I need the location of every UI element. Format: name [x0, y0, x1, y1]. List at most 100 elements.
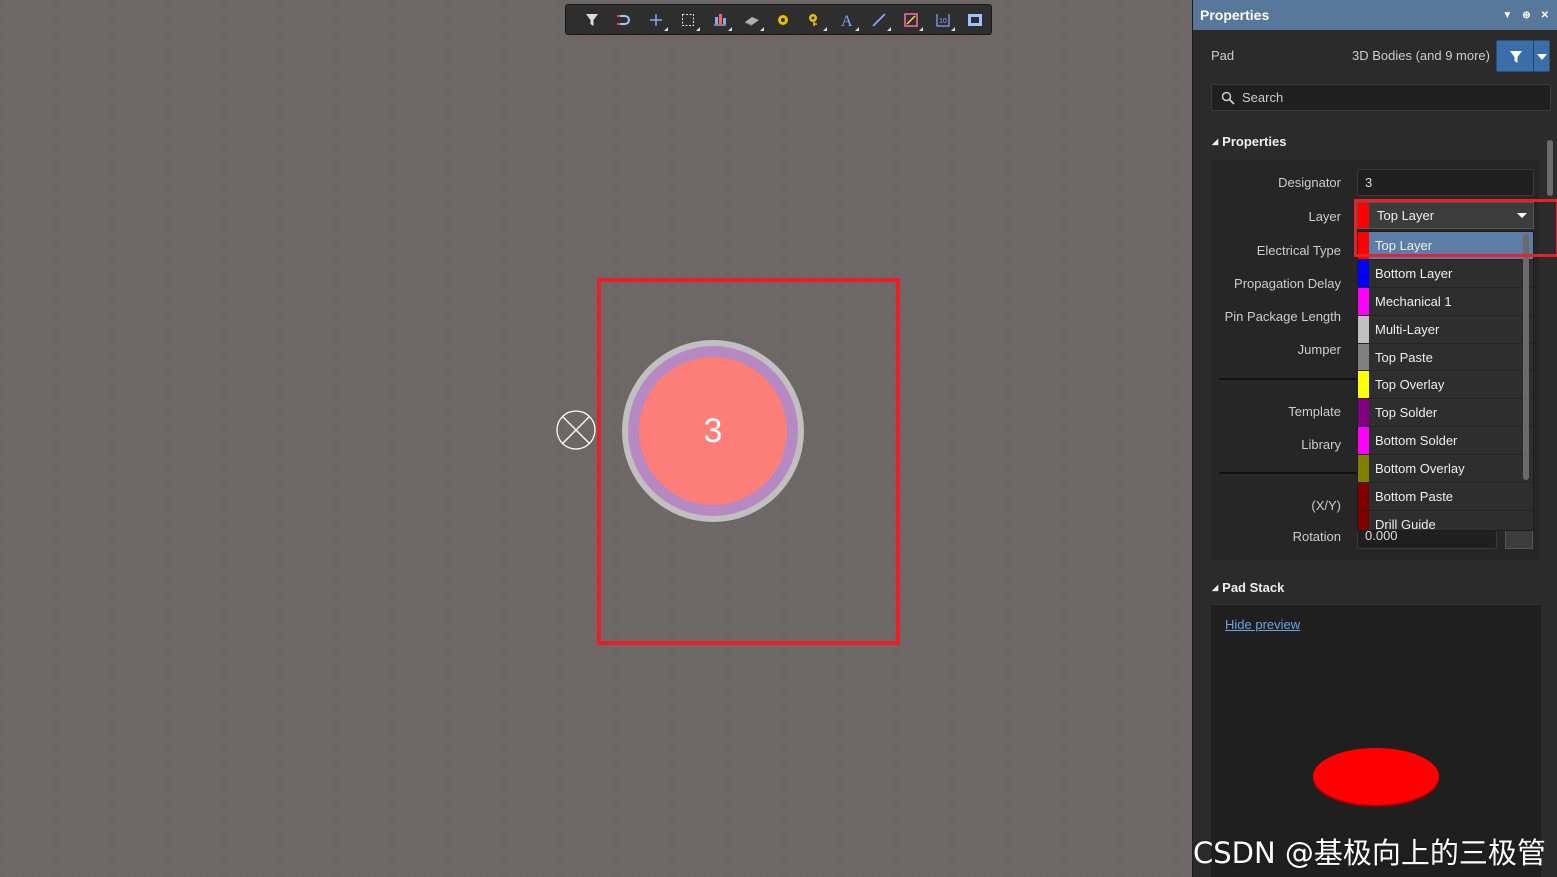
route-icon	[616, 14, 630, 25]
template-label: Template	[1288, 404, 1341, 419]
panel-title-bar: Properties ▼ ⊕ ✕	[1193, 0, 1557, 30]
pin-package-length-label: Pin Package Length	[1224, 309, 1341, 324]
xy-label: (X/Y)	[1311, 498, 1341, 513]
layer-color-swatch	[1358, 371, 1369, 399]
cross-tool-button[interactable]	[640, 6, 672, 34]
layer-option[interactable]: Bottom Solder	[1358, 427, 1533, 456]
layer-option[interactable]: Drill Guide	[1358, 510, 1533, 530]
annotation-highlight-rect	[597, 278, 900, 645]
pin-icon[interactable]: ⊕	[1522, 10, 1530, 21]
collapse-caret-icon: ◢	[1212, 137, 1219, 146]
panel-scrollbar[interactable]	[1547, 140, 1553, 196]
dropdown-arrow-icon	[663, 26, 668, 31]
layer-option[interactable]: Top Solder	[1358, 399, 1533, 428]
button-separator	[1533, 41, 1534, 71]
dimension-tool-button[interactable]: 10	[927, 6, 959, 34]
via-icon	[809, 13, 818, 26]
dropdown-arrow-icon	[759, 26, 764, 31]
line-icon	[872, 12, 886, 27]
active-bar-toolbar: A 10	[565, 4, 992, 35]
text-tool-button[interactable]: A	[831, 6, 863, 34]
layer-option-label: Top Solder	[1375, 405, 1438, 421]
filter-icon	[585, 13, 598, 26]
layer-color-swatch	[1358, 455, 1369, 483]
section-title: Properties	[1222, 134, 1287, 149]
layer-color-swatch	[1358, 343, 1369, 371]
svg-text:A: A	[841, 13, 853, 28]
search-placeholder: Search	[1242, 90, 1284, 105]
properties-section-header[interactable]: ◢ Properties	[1212, 134, 1286, 149]
chevron-down-icon[interactable]	[1537, 54, 1547, 60]
jumper-label: Jumper	[1297, 342, 1341, 357]
dropdown-arrow-icon	[727, 26, 732, 31]
dimension-icon: 10	[936, 13, 950, 27]
origin-marker-icon	[556, 410, 596, 450]
layer-option-label: Top Overlay	[1375, 377, 1445, 393]
watermark-text: CSDN @基极向上的三极管	[1193, 836, 1546, 870]
region-icon	[904, 12, 918, 27]
svg-text:10: 10	[939, 18, 947, 25]
designator-label: Designator	[1278, 175, 1341, 190]
library-label: Library	[1301, 437, 1341, 452]
propagation-delay-label: Propagation Delay	[1234, 276, 1341, 291]
layer-option-label: Bottom Overlay	[1375, 461, 1465, 477]
designator-field[interactable]: 3	[1357, 169, 1534, 196]
line-tool-button[interactable]	[863, 6, 895, 34]
via-tool-button[interactable]	[799, 6, 831, 34]
component-icon	[744, 16, 759, 26]
layer-option-label: Top Paste	[1375, 349, 1433, 365]
region-tool-button[interactable]	[895, 6, 927, 34]
layer-color-swatch	[1358, 399, 1369, 427]
layer-option-label: Bottom Paste	[1375, 489, 1454, 505]
close-icon[interactable]: ✕	[1541, 10, 1549, 21]
align-icon	[713, 13, 726, 25]
filter-tool-button[interactable]	[576, 6, 608, 34]
pad-stack-section-header[interactable]: ◢ Pad Stack	[1212, 580, 1284, 595]
layer-option[interactable]: Top Paste	[1358, 343, 1533, 372]
select-rect-icon	[681, 13, 694, 26]
route-tool-button[interactable]	[608, 6, 640, 34]
layer-option[interactable]: Bottom Paste	[1358, 483, 1533, 511]
layer-color-swatch	[1358, 510, 1369, 530]
layer-option[interactable]: Bottom Overlay	[1358, 455, 1533, 484]
rotation-extra-button[interactable]	[1505, 530, 1533, 549]
dropdown-arrow-icon	[919, 26, 924, 31]
select-rect-tool-button[interactable]	[672, 6, 704, 34]
selection-filter-button[interactable]	[1496, 40, 1550, 72]
rotation-label: Rotation	[1292, 529, 1341, 544]
pcb-canvas[interactable]: A 10 3	[0, 0, 1192, 877]
group-divider	[1219, 378, 1359, 380]
panel-menu-icon[interactable]: ▼	[1502, 10, 1512, 21]
view-tool-button[interactable]	[959, 6, 991, 34]
dropdown-arrow-icon	[695, 26, 700, 31]
layer-option[interactable]: Top Overlay	[1358, 371, 1533, 400]
view-icon	[968, 13, 983, 26]
group-divider	[1219, 472, 1359, 474]
properties-panel: Properties ▼ ⊕ ✕ Pad 3D Bodies (and 9 mo…	[1192, 0, 1557, 877]
dropdown-scrollbar[interactable]	[1523, 234, 1529, 480]
layer-option[interactable]: Multi-Layer	[1358, 315, 1533, 344]
pad-preview-shape	[1313, 748, 1439, 805]
electrical-type-label: Electrical Type	[1256, 243, 1341, 258]
layer-color-swatch	[1358, 427, 1369, 455]
layer-option[interactable]: Bottom Layer	[1358, 259, 1533, 288]
annotation-highlight-rect	[1354, 199, 1557, 257]
layer-option-label: Mechanical 1	[1375, 293, 1452, 309]
layer-dropdown-list: Top Layer Bottom Layer Mechanical 1 Multi-L…	[1357, 231, 1534, 531]
pad-tool-button[interactable]	[768, 6, 800, 34]
object-type-label: Pad	[1211, 48, 1235, 63]
object-selector-row: Pad 3D Bodies (and 9 more)	[1193, 40, 1557, 72]
component-tool-button[interactable]	[736, 6, 768, 34]
layer-option-label: Bottom Solder	[1375, 433, 1458, 449]
search-input[interactable]: Search	[1211, 84, 1551, 111]
layer-option[interactable]: Mechanical 1	[1358, 287, 1533, 316]
layer-color-swatch	[1358, 259, 1369, 287]
dropdown-arrow-icon	[887, 26, 892, 31]
align-tool-button[interactable]	[704, 6, 736, 34]
layer-color-swatch	[1358, 483, 1369, 510]
hide-preview-link[interactable]: Hide preview	[1225, 617, 1300, 632]
section-title: Pad Stack	[1222, 580, 1285, 595]
rotation-field[interactable]: 0.000	[1357, 529, 1497, 549]
object-filter-label[interactable]: 3D Bodies (and 9 more)	[1352, 48, 1490, 63]
dropdown-arrow-icon	[823, 26, 828, 31]
